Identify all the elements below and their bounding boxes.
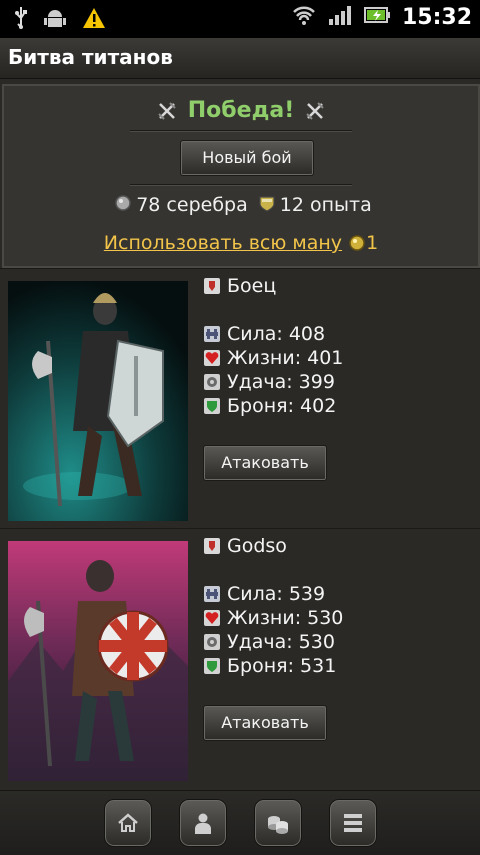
battle-result-panel: Победа! Новый бой 78 серебра 12 опыта Ис…	[2, 84, 480, 268]
nav-home-button[interactable]	[104, 799, 152, 847]
stat-health: Жизни: 530	[203, 607, 343, 631]
silver-amount: 78 серебра	[136, 194, 248, 216]
nav-coins-button[interactable]	[254, 799, 302, 847]
title-bar: Битва титанов	[0, 38, 480, 79]
stat-luck: Удача: 530	[203, 631, 335, 655]
nav-menu-button[interactable]	[329, 799, 377, 847]
signal-icon	[328, 4, 352, 30]
strength-icon	[203, 325, 221, 348]
stat-health-text: Жизни: 530	[227, 607, 344, 629]
stat-health-text: Жизни: 401	[227, 347, 344, 369]
armor-icon	[203, 397, 221, 420]
divider	[130, 184, 352, 186]
attack-button[interactable]: Атаковать	[203, 445, 327, 481]
fighter-name: Боец	[227, 275, 277, 297]
mana-cost: 1	[366, 232, 379, 254]
status-bar: 15:32	[0, 0, 480, 38]
bottom-nav	[0, 790, 480, 855]
armor-icon	[203, 657, 221, 680]
battery-charging-icon	[363, 5, 390, 29]
health-icon	[203, 609, 221, 632]
stat-armor: Броня: 531	[203, 655, 336, 679]
usb-icon	[14, 6, 28, 34]
stat-health: Жизни: 401	[203, 347, 343, 371]
use-all-mana-link[interactable]: Использовать всю ману	[104, 232, 342, 254]
attack-button[interactable]: Атаковать	[203, 705, 327, 741]
nav-profile-button[interactable]	[179, 799, 227, 847]
fighter-class-icon	[203, 537, 221, 560]
fighter-card: Боец Сила: 408 Жизни: 401 Удача: 399 Бро…	[0, 268, 480, 527]
fighter-name: Godso	[227, 535, 287, 557]
luck-icon	[203, 373, 221, 396]
wifi-icon	[292, 4, 316, 30]
silver-icon	[114, 194, 132, 217]
divider	[130, 130, 352, 132]
victory-heading: Победа!	[4, 98, 478, 123]
stat-strength: Сила: 408	[203, 323, 325, 347]
stat-luck-text: Удача: 399	[227, 371, 335, 393]
victory-text: Победа!	[187, 98, 295, 123]
luck-icon	[203, 633, 221, 656]
home-icon	[118, 813, 138, 832]
stat-strength: Сила: 539	[203, 583, 325, 607]
new-battle-button[interactable]: Новый бой	[180, 140, 314, 176]
fighter-portrait	[8, 281, 188, 521]
rewards-line: 78 серебра 12 опыта	[4, 194, 478, 217]
mana-icon	[348, 234, 366, 257]
fighter-name-row: Боец	[203, 275, 276, 300]
stat-luck: Удача: 399	[203, 371, 335, 395]
android-debug-icon	[44, 7, 66, 33]
experience-amount: 12 опыта	[279, 194, 372, 216]
use-mana-row: Использовать всю ману 1	[4, 232, 478, 257]
coins-icon	[268, 816, 288, 834]
stat-armor-text: Броня: 531	[227, 655, 337, 677]
health-icon	[203, 349, 221, 372]
stat-strength-text: Сила: 539	[227, 583, 326, 605]
stat-strength-text: Сила: 408	[227, 323, 326, 345]
fighter-card: Godso Сила: 539 Жизни: 530 Удача: 530 Бр…	[0, 528, 480, 787]
crossed-swords-icon	[158, 102, 176, 120]
warning-icon	[82, 7, 106, 33]
app-title: Битва титанов	[8, 45, 173, 69]
menu-icon	[344, 814, 362, 832]
clock: 15:32	[401, 4, 472, 30]
crossed-swords-icon	[306, 102, 324, 120]
fighter-portrait	[8, 541, 188, 781]
stat-armor-text: Броня: 402	[227, 395, 337, 417]
stat-armor: Броня: 402	[203, 395, 336, 419]
stat-luck-text: Удача: 530	[227, 631, 335, 653]
fighter-name-row: Godso	[203, 535, 287, 560]
profile-icon	[195, 813, 211, 834]
fighter-class-icon	[203, 277, 221, 300]
experience-icon	[258, 194, 276, 217]
strength-icon	[203, 585, 221, 608]
